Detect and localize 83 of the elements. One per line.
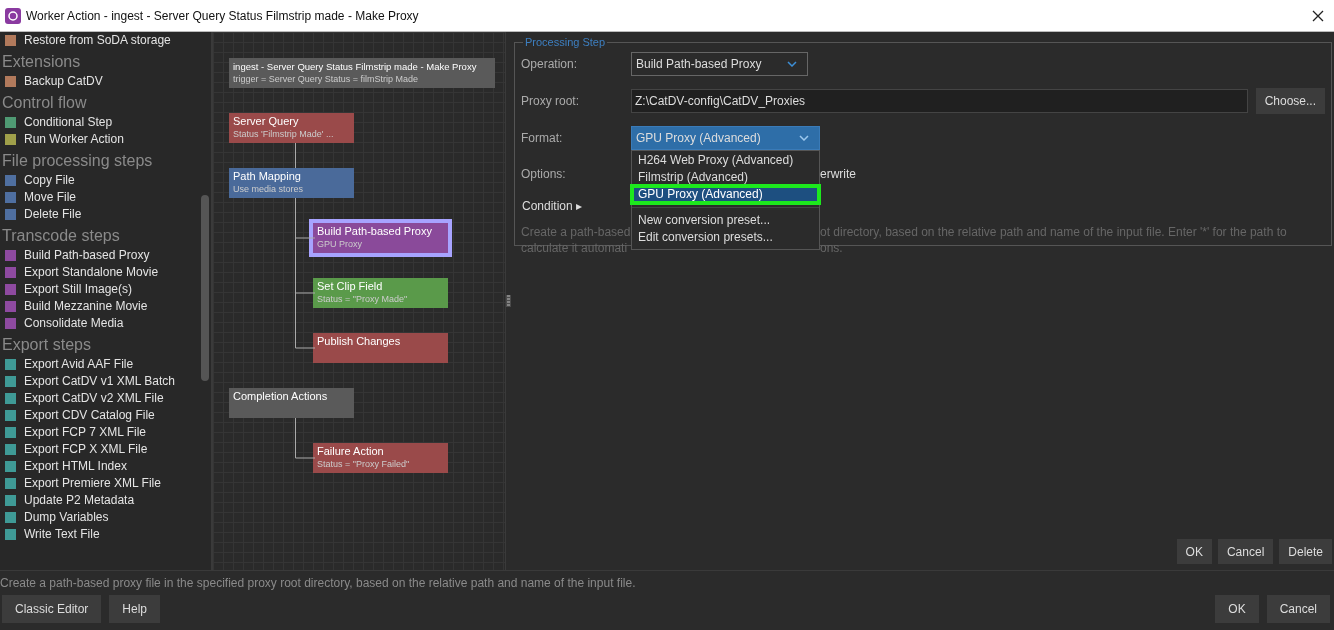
- field-label: Proxy root:: [521, 94, 581, 108]
- field-label: Operation:: [521, 57, 579, 71]
- condition-toggle[interactable]: Condition ▸: [522, 199, 583, 213]
- choose-button[interactable]: Choose...: [1255, 88, 1325, 114]
- palette-item[interactable]: Build Path-based Proxy: [2, 247, 203, 264]
- option-label: erwrite: [820, 167, 856, 181]
- palette-item[interactable]: Export Premiere XML File: [2, 475, 203, 492]
- app-icon: [5, 7, 21, 24]
- node-title: Path Mapping: [233, 170, 302, 183]
- footer-button[interactable]: Cancel: [1266, 595, 1330, 623]
- palette-item[interactable]: Consolidate Media: [2, 315, 203, 332]
- proxy-root-field[interactable]: Z:\CatDV-config\CatDV_Proxies: [631, 89, 1248, 113]
- format-dropdown[interactable]: GPU Proxy (Advanced): [631, 126, 820, 150]
- category-heading: Extensions: [2, 52, 82, 72]
- field-label: Format:: [521, 131, 564, 145]
- palette-item[interactable]: Export FCP 7 XML File: [2, 424, 203, 441]
- node-subtitle: trigger = Server Query Status = filmStrip Made: [233, 73, 420, 85]
- group-title: Processing Step: [524, 36, 607, 48]
- menu-item[interactable]: New conversion preset...: [632, 212, 819, 229]
- field-label: Options:: [521, 167, 567, 181]
- palette-item[interactable]: Export FCP X XML File: [2, 441, 203, 458]
- workflow-node[interactable]: Completion Actions: [229, 388, 354, 418]
- node-subtitle: GPU Proxy: [317, 238, 363, 250]
- footer-button[interactable]: OK: [1215, 595, 1259, 623]
- node-title: Failure Action: [317, 445, 385, 458]
- node-title: Completion Actions: [233, 390, 329, 403]
- node-subtitle: Status = "Proxy Made": [317, 293, 409, 305]
- node-title: Build Path-based Proxy: [317, 225, 433, 238]
- category-heading: Control flow: [2, 93, 88, 113]
- close-icon[interactable]: [1312, 9, 1324, 22]
- node-title: Set Clip Field: [317, 280, 384, 293]
- footer-button[interactable]: Help: [109, 595, 161, 623]
- description-text: ons.: [820, 240, 843, 256]
- description-text: Create a path-based: [521, 224, 631, 240]
- menu-item[interactable]: Filmstrip (Advanced): [632, 169, 819, 186]
- workflow-header-node[interactable]: ingest - Server Query Status Filmstrip made - Make Proxy trigger = Server Query Status = filmStrip Made: [229, 58, 495, 88]
- workflow-node[interactable]: Publish Changes: [313, 333, 448, 363]
- workflow-node[interactable]: Path Mapping Use media stores: [229, 168, 354, 198]
- palette-item[interactable]: Export CDV Catalog File: [2, 407, 203, 424]
- palette-item[interactable]: Export Avid AAF File: [2, 356, 203, 373]
- node-subtitle: Status 'Filmstrip Made' ...: [233, 128, 335, 140]
- palette-item[interactable]: Export Still Image(s): [2, 281, 203, 298]
- palette-item[interactable]: Build Mezzanine Movie: [2, 298, 203, 315]
- palette-item[interactable]: Copy File: [2, 172, 203, 189]
- palette-item[interactable]: Conditional Step: [2, 114, 203, 131]
- palette-item[interactable]: Export HTML Index: [2, 458, 203, 475]
- workflow-node[interactable]: Failure Action Status = "Proxy Failed": [313, 443, 448, 473]
- palette-item[interactable]: Delete File: [2, 206, 203, 223]
- panel-button[interactable]: OK: [1176, 539, 1212, 564]
- operation-dropdown[interactable]: Build Path-based Proxy: [631, 52, 808, 76]
- palette-item[interactable]: Restore from SoDA storage: [2, 32, 203, 49]
- palette-item[interactable]: Move File: [2, 189, 203, 206]
- connector-line: [295, 143, 297, 168]
- chevron-down-icon: [799, 135, 809, 141]
- node-title: ingest - Server Query Status Filmstrip made - Make Proxy: [233, 60, 478, 73]
- palette-item[interactable]: Run Worker Action: [2, 131, 203, 148]
- footer-button[interactable]: Classic Editor: [2, 595, 102, 623]
- workflow-node[interactable]: Server Query Status 'Filmstrip Made' ...: [229, 113, 354, 143]
- menu-item[interactable]: Edit conversion presets...: [632, 229, 819, 246]
- palette-item[interactable]: Export CatDV v1 XML Batch: [2, 373, 203, 390]
- node-title: Server Query: [233, 115, 300, 128]
- palette-item[interactable]: Update P2 Metadata: [2, 492, 203, 509]
- palette-item[interactable]: Dump Variables: [2, 509, 203, 526]
- menu-item[interactable]: H264 Web Proxy (Advanced): [632, 152, 819, 169]
- palette-item[interactable]: Backup CatDV: [2, 73, 203, 90]
- panel-button[interactable]: Cancel: [1217, 539, 1274, 564]
- splitter-handle-icon[interactable]: [506, 295, 511, 307]
- panel-button[interactable]: Delete: [1279, 539, 1332, 564]
- menu-item[interactable]: GPU Proxy (Advanced): [632, 186, 819, 203]
- category-heading: Export steps: [2, 335, 92, 355]
- palette-item[interactable]: Export CatDV v2 XML File: [2, 390, 203, 407]
- description-text: calculate it automati: [521, 240, 629, 256]
- chevron-down-icon: [787, 61, 797, 67]
- category-heading: Transcode steps: [2, 226, 121, 246]
- category-heading: File processing steps: [2, 151, 154, 171]
- description-text: ot directory, based on the relative path and name of the input file. Enter '*' for the path to: [820, 224, 1287, 240]
- window-title: Worker Action - ingest - Server Query Status Filmstrip made - Make Proxy: [26, 8, 419, 23]
- palette-item[interactable]: Export Standalone Movie: [2, 264, 203, 281]
- connector-drawing: [295, 418, 315, 459]
- node-subtitle: Use media stores: [233, 183, 305, 195]
- node-subtitle: Status = "Proxy Failed": [317, 458, 411, 470]
- palette-item[interactable]: Write Text File: [2, 526, 203, 543]
- node-title: Publish Changes: [317, 335, 402, 348]
